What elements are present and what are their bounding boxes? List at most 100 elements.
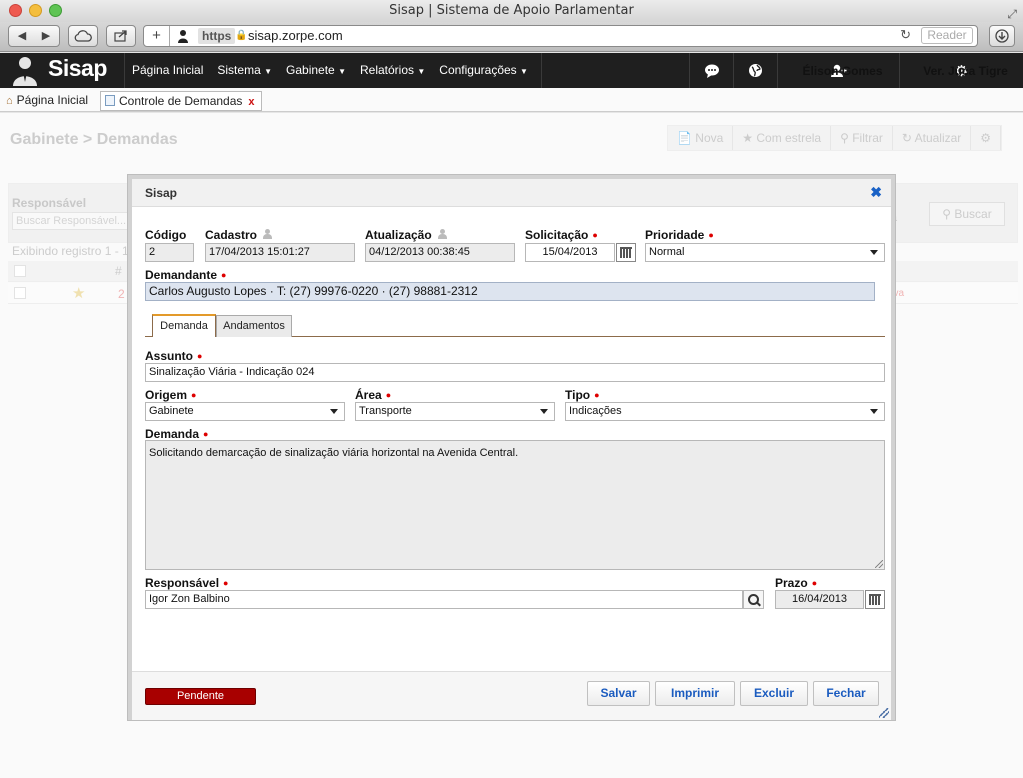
tab-andamentos[interactable]: Andamentos (216, 315, 292, 337)
prazo-label: Prazo ● (775, 576, 817, 590)
required-marker: ● (191, 390, 197, 400)
button-label: Buscar (954, 207, 992, 221)
reader-button[interactable]: Reader (921, 27, 973, 44)
politician-silhouette-icon (13, 57, 37, 86)
dialog-header: Sisap ✖ (132, 179, 891, 207)
url-host[interactable]: sisap.zorpe.com (248, 28, 343, 44)
dropdown-caret-icon (870, 409, 878, 414)
tab-demanda[interactable]: Demanda (152, 314, 216, 337)
address-bar[interactable]: + https 🔒 sisap.zorpe.com ↻ Reader (143, 25, 978, 47)
dialog-tabs: Demanda Andamentos (145, 314, 885, 337)
user-menu[interactable]: Élison Gomes (777, 53, 899, 88)
responsavel-input[interactable]: Igor Zon Balbino (145, 590, 743, 609)
atualizacao-label: Atualização (365, 228, 447, 242)
context-name: Ver. Juca Tigre (923, 63, 1008, 78)
zoom-window-button[interactable] (49, 4, 62, 17)
required-marker: ● (223, 578, 229, 588)
share-button[interactable] (106, 25, 136, 47)
close-button[interactable]: Fechar (813, 681, 879, 706)
prioridade-select[interactable]: Normal (645, 243, 885, 262)
required-marker: ● (592, 230, 598, 240)
label-text: Prazo (775, 576, 808, 590)
origem-label: Origem ● (145, 388, 196, 402)
demanda-textarea[interactable]: Solicitando demarcação de sinalização vi… (145, 440, 885, 570)
forward-icon[interactable]: ▶ (34, 26, 58, 46)
back-forward-buttons: ◀ ▶ (8, 25, 60, 47)
add-bookmark-icon[interactable]: + (144, 26, 170, 46)
tab-controle-demandas[interactable]: Controle de Demandas x (100, 91, 262, 111)
menu-divider (540, 53, 542, 88)
user-icon (437, 229, 447, 239)
area-select[interactable]: Transporte (355, 402, 555, 421)
context-menu[interactable]: ⚙ Ver. Juca Tigre (899, 53, 1023, 88)
resize-grip-icon[interactable] (875, 560, 883, 568)
tab-pagina-inicial[interactable]: ⌂ Página Inicial (6, 93, 88, 107)
main-menu: Página Inicial Sistema ▼ Gabinete ▼ Rela… (124, 53, 542, 88)
origem-select[interactable]: Gabinete (145, 402, 345, 421)
chevron-down-icon: ▼ (520, 67, 528, 76)
responsavel-label: Responsável ● (145, 576, 228, 590)
search-icon[interactable] (743, 590, 764, 609)
icloud-tabs-button[interactable] (68, 25, 98, 47)
star-icon[interactable]: ★ (72, 284, 85, 302)
print-button[interactable]: Imprimir (655, 681, 735, 706)
delete-button[interactable]: Excluir (740, 681, 808, 706)
settings-gear-icon[interactable]: ⚙ (971, 126, 1002, 150)
solicitacao-date-input[interactable]: 15/04/2013 (525, 243, 615, 262)
close-icon[interactable]: ✖ (870, 184, 882, 201)
refresh-button[interactable]: ↻ Atualizar (893, 126, 972, 150)
dialog-resize-grip-icon[interactable] (879, 708, 889, 718)
label-text: Código (145, 228, 187, 242)
label-text: Tipo (565, 388, 591, 402)
save-button[interactable]: Salvar (587, 681, 650, 706)
messages-button[interactable] (689, 53, 733, 88)
menu-pagina-inicial[interactable]: Página Inicial (125, 53, 210, 88)
select-value: Indicações (569, 405, 622, 417)
back-icon[interactable]: ◀ (10, 26, 34, 46)
codigo-label: Código (145, 228, 186, 242)
row-checkbox[interactable] (14, 287, 26, 299)
demandante-field[interactable]: Carlos Augusto Lopes · T: (27) 99976-022… (145, 282, 875, 301)
button-label: Filtrar (852, 131, 883, 145)
tipo-select[interactable]: Indicações (565, 402, 885, 421)
menu-configuracoes[interactable]: Configurações ▼ (432, 53, 535, 88)
required-marker: ● (221, 270, 227, 280)
chevron-down-icon: ▼ (264, 67, 273, 76)
prazo-date-input[interactable]: 16/04/2013 (775, 590, 864, 609)
navbar-right: Élison Gomes ⚙ Ver. Juca Tigre (689, 53, 1023, 88)
filter-input[interactable]: Buscar Responsável... (12, 212, 130, 230)
menu-sistema[interactable]: Sistema ▼ (210, 53, 279, 88)
close-tab-icon[interactable]: x (248, 96, 254, 108)
label-text: Área (355, 388, 382, 402)
menu-gabinete[interactable]: Gabinete ▼ (279, 53, 353, 88)
window-title: Sisap | Sistema de Apoio Parlamentar (389, 3, 634, 18)
sisap-logo[interactable]: Sisap (10, 55, 122, 86)
dialog-footer: Pendente Salvar Imprimir Excluir Fechar (132, 671, 891, 720)
cadastro-field: 17/04/2013 15:01:27 (205, 243, 355, 262)
button-label: Nova (695, 131, 724, 145)
assunto-input[interactable]: Sinalização Viária - Indicação 024 (145, 363, 885, 382)
reload-icon[interactable]: ↻ (900, 27, 911, 43)
codigo-field: 2 (145, 243, 194, 262)
minimize-window-button[interactable] (29, 4, 42, 17)
menu-label: Configurações (439, 63, 517, 77)
website-button[interactable] (733, 53, 777, 88)
downloads-button[interactable] (989, 25, 1015, 47)
filter-button[interactable]: ⚲ Filtrar (831, 126, 893, 150)
cadastro-label: Cadastro (205, 228, 273, 242)
required-marker: ● (203, 429, 209, 439)
calendar-icon[interactable] (616, 243, 636, 262)
search-button[interactable]: ⚲ Buscar (929, 202, 1005, 226)
required-marker: ● (197, 351, 203, 361)
required-marker: ● (594, 390, 600, 400)
select-value: Gabinete (149, 405, 194, 417)
select-all-checkbox[interactable] (14, 265, 26, 277)
download-icon (995, 29, 1009, 43)
calendar-icon[interactable] (865, 590, 885, 609)
menu-relatorios[interactable]: Relatórios ▼ (353, 53, 432, 88)
new-button[interactable]: 📄 Nova (668, 126, 734, 150)
starred-button[interactable]: ★ Com estrela (733, 126, 832, 150)
close-window-button[interactable] (9, 4, 22, 17)
row-status: va (893, 288, 904, 299)
menu-label: Relatórios (359, 63, 415, 77)
